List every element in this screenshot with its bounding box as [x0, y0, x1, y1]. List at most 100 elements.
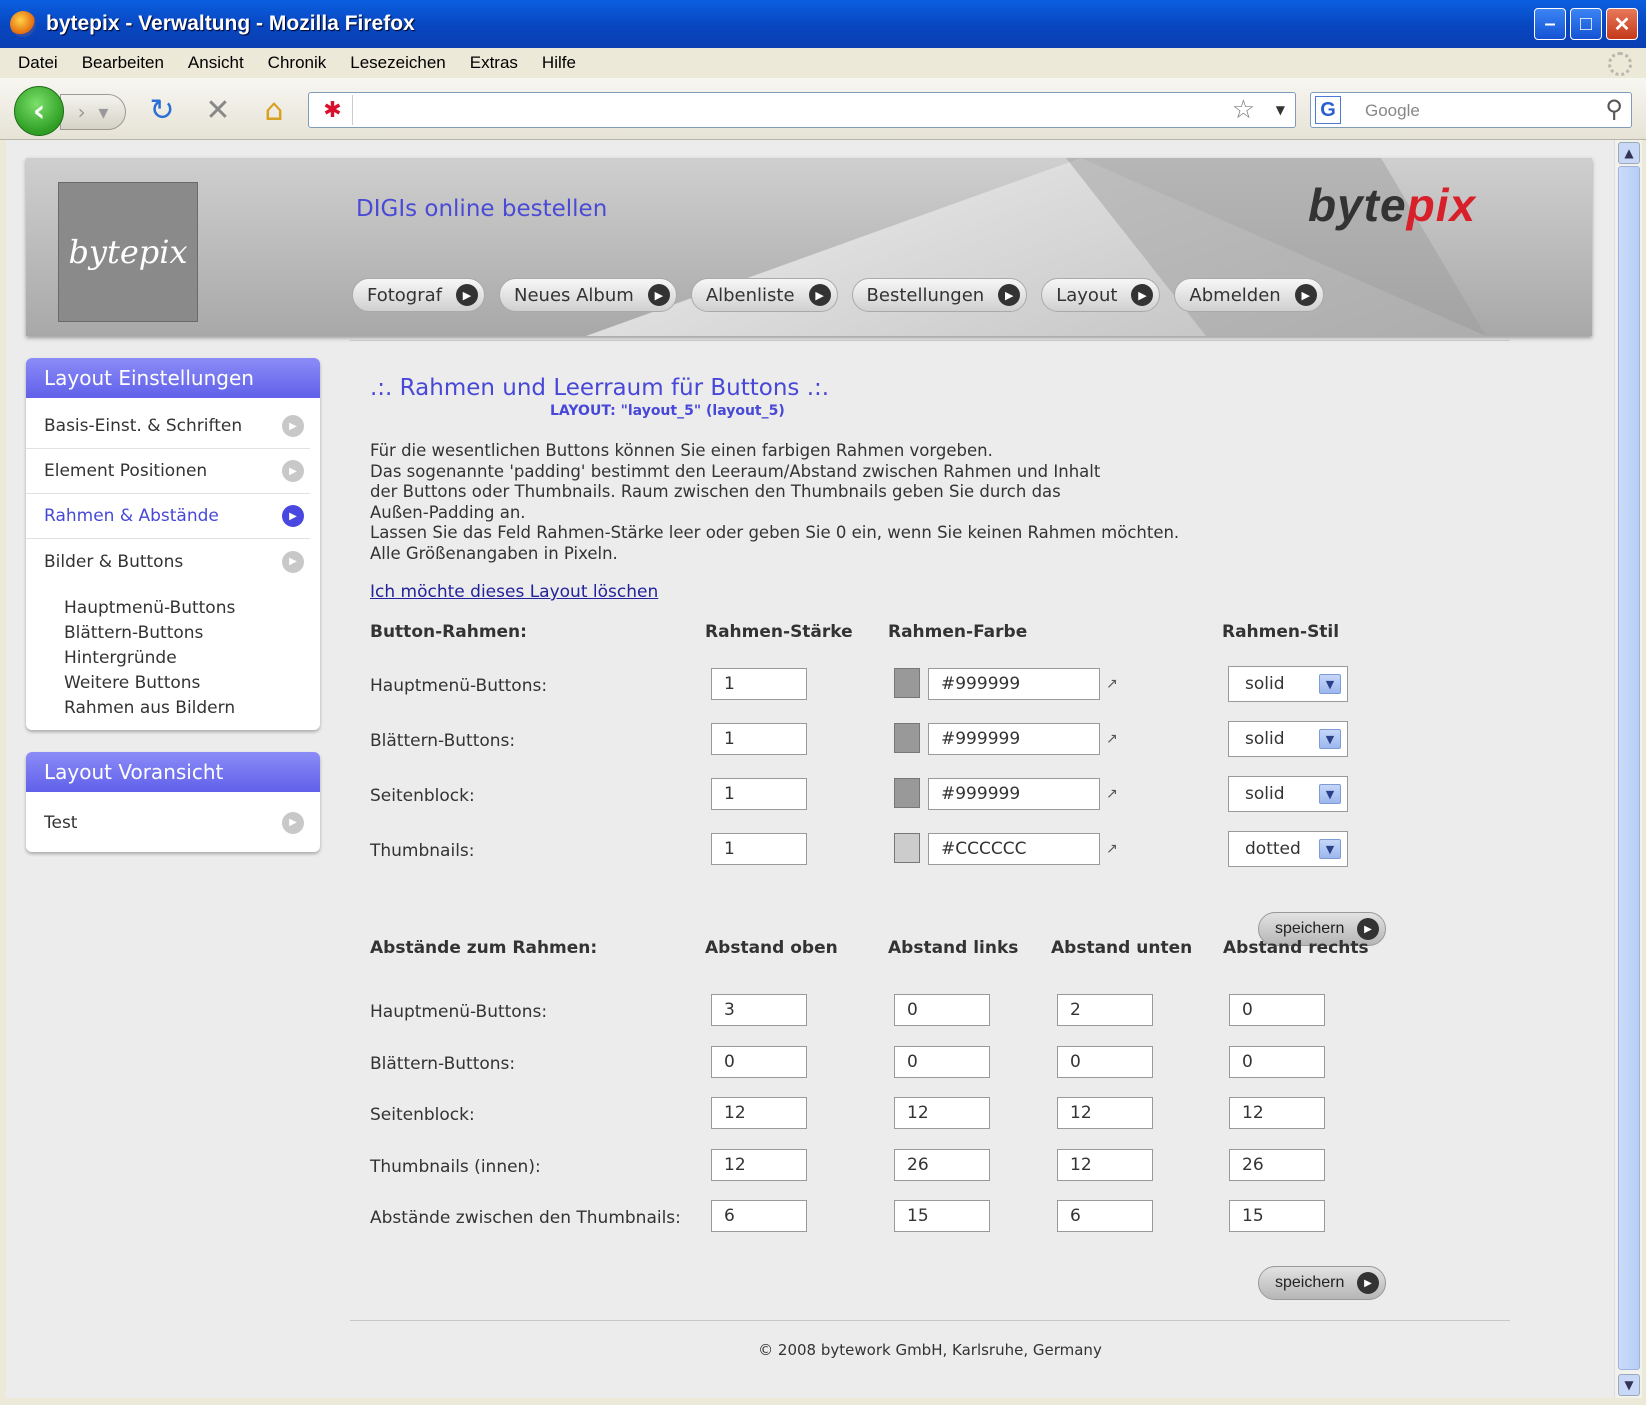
forward-button[interactable]: › ▾	[60, 94, 126, 130]
border-style-select[interactable]: dotted ▼	[1228, 831, 1348, 867]
border-row-label: Hauptmenü-Buttons:	[370, 676, 548, 696]
border-width-input[interactable]: 1	[711, 668, 807, 700]
minimize-button[interactable]: –	[1534, 8, 1566, 40]
padding-input[interactable]: 15	[1229, 1200, 1325, 1232]
border-color-input[interactable]: #999999	[928, 668, 1100, 700]
sidebar-item-bilder[interactable]: Bilder & Buttons ▶	[26, 539, 310, 584]
padding-header-label-text: Abstände zum Rahmen:	[370, 938, 598, 958]
padding-input[interactable]: 12	[711, 1097, 807, 1129]
sidebar-item-test[interactable]: Test ▶	[26, 800, 310, 845]
nav-bestellungen[interactable]: Bestellungen ▶	[851, 278, 1028, 312]
sidebar-item-positionen[interactable]: Element Positionen ▶	[26, 449, 310, 494]
reload-icon[interactable]: ↻	[144, 92, 180, 128]
color-picker-icon[interactable]: ↗	[1106, 786, 1118, 802]
menu-datei[interactable]: Datei	[18, 53, 58, 73]
save-padding-button[interactable]: speichern ▶	[1258, 1266, 1386, 1300]
border-style-select[interactable]: solid ▼	[1228, 776, 1348, 812]
color-swatch[interactable]	[894, 778, 920, 808]
menu-lesezeichen[interactable]: Lesezeichen	[350, 53, 445, 73]
sidebar-item-rahmen[interactable]: Rahmen & Abstände ▶	[26, 494, 310, 539]
nav-abmelden[interactable]: Abmelden ▶	[1174, 278, 1324, 312]
sidebar-item-basis[interactable]: Basis-Einst. & Schriften ▶	[26, 404, 310, 449]
scroll-down-icon[interactable]: ▼	[1618, 1374, 1640, 1396]
color-picker-icon[interactable]: ↗	[1106, 841, 1118, 857]
padding-input[interactable]: 15	[894, 1200, 990, 1232]
padding-input[interactable]: 12	[711, 1148, 807, 1181]
arrow-right-icon: ▶	[282, 811, 304, 834]
chevron-down-icon[interactable]: ▼	[1319, 839, 1341, 859]
subitem-hauptmenue[interactable]: Hauptmenü-Buttons	[64, 598, 320, 623]
padding-input[interactable]: 26	[1229, 1148, 1325, 1181]
menu-bar: Datei Bearbeiten Ansicht Chronik Lesezei…	[0, 48, 1646, 78]
color-swatch[interactable]	[894, 723, 920, 753]
subitem-hintergruende[interactable]: Hintergründe	[64, 648, 320, 673]
padding-input[interactable]: 0	[894, 1045, 990, 1078]
border-width-input[interactable]: 1	[711, 833, 807, 865]
menu-chronik[interactable]: Chronik	[268, 53, 327, 73]
subitem-rahmen-bilder[interactable]: Rahmen aus Bildern	[64, 698, 320, 723]
border-width-input[interactable]: 1	[711, 723, 807, 755]
chevron-down-icon[interactable]: ▼	[1319, 784, 1341, 804]
nav-layout[interactable]: Layout ▶	[1041, 278, 1161, 312]
menu-hilfe[interactable]: Hilfe	[542, 53, 576, 73]
padding-input[interactable]: 0	[1229, 1045, 1325, 1078]
color-swatch[interactable]	[894, 668, 920, 698]
divider	[350, 340, 1510, 341]
sidebar-subitems: Hauptmenü-Buttons Blättern-Buttons Hinte…	[26, 584, 320, 731]
padding-input[interactable]: 6	[1057, 1200, 1153, 1232]
search-icon[interactable]: ⚲	[1605, 95, 1623, 124]
url-bar[interactable]: ✱ ☆ ▼	[308, 92, 1296, 128]
border-style-select[interactable]: solid ▼	[1228, 721, 1348, 757]
menu-extras[interactable]: Extras	[470, 53, 518, 73]
throbber-icon	[1608, 52, 1632, 76]
padding-input[interactable]: 6	[711, 1200, 807, 1232]
border-color-input[interactable]: #999999	[928, 723, 1100, 755]
padding-input[interactable]: 2	[1057, 994, 1153, 1026]
delete-layout-link[interactable]: Ich möchte dieses Layout löschen	[370, 582, 1590, 602]
menu-ansicht[interactable]: Ansicht	[188, 53, 244, 73]
padding-input[interactable]: 12	[894, 1097, 990, 1129]
padding-input[interactable]: 0	[711, 1045, 807, 1078]
padding-input[interactable]: 12	[1057, 1148, 1153, 1181]
padding-input[interactable]: 0	[1057, 1045, 1153, 1078]
chevron-down-icon[interactable]: ▼	[1319, 674, 1341, 694]
nav-fotograf[interactable]: Fotograf ▶	[352, 278, 485, 312]
padding-input[interactable]: 0	[894, 994, 990, 1026]
border-width-input[interactable]: 1	[711, 778, 807, 810]
padding-input[interactable]: 0	[1229, 994, 1325, 1026]
search-bar[interactable]: G Google ⚲	[1310, 92, 1632, 128]
nav-albenliste[interactable]: Albenliste ▶	[690, 278, 838, 312]
color-picker-icon[interactable]: ↗	[1106, 731, 1118, 747]
padding-input[interactable]: 3	[711, 994, 807, 1026]
border-color-input[interactable]: #CCCCCC	[928, 833, 1100, 865]
subitem-blaettern[interactable]: Blättern-Buttons	[64, 623, 320, 648]
padding-row-label: Thumbnails (innen):	[370, 1156, 541, 1177]
close-button[interactable]: ✕	[1606, 8, 1638, 40]
scrollbar-thumb[interactable]	[1618, 166, 1640, 1370]
maximize-button[interactable]: □	[1570, 8, 1602, 40]
bookmark-star-icon[interactable]: ☆	[1232, 95, 1255, 125]
subitem-weitere[interactable]: Weitere Buttons	[64, 673, 320, 698]
padding-input[interactable]: 12	[1057, 1097, 1153, 1129]
padding-input[interactable]: 26	[894, 1148, 990, 1181]
firefox-icon	[10, 11, 36, 37]
scroll-up-icon[interactable]: ▲	[1618, 142, 1640, 164]
stop-icon[interactable]: ✕	[200, 92, 236, 128]
vertical-scrollbar[interactable]: ▲ ▼	[1614, 140, 1642, 1398]
url-dropdown-icon[interactable]: ▼	[1276, 103, 1285, 117]
border-color-input[interactable]: #999999	[928, 778, 1100, 810]
page-title: .:. Rahmen und Leerraum für Buttons .:.	[370, 375, 830, 401]
border-header-style: Rahmen-Stil	[1222, 622, 1340, 642]
arrow-right-icon: ▶	[808, 284, 831, 306]
color-picker-icon[interactable]: ↗	[1106, 676, 1118, 692]
menu-bearbeiten[interactable]: Bearbeiten	[82, 53, 164, 73]
padding-header-left: Abstand links	[888, 938, 1019, 958]
back-button[interactable]: ‹	[14, 86, 64, 136]
search-engine-icon[interactable]: G	[1315, 96, 1341, 124]
color-swatch[interactable]	[894, 833, 920, 863]
border-style-select[interactable]: solid ▼	[1228, 666, 1348, 702]
home-icon[interactable]: ⌂	[256, 92, 292, 128]
nav-neues-album[interactable]: Neues Album ▶	[499, 278, 677, 312]
padding-input[interactable]: 12	[1229, 1097, 1325, 1129]
chevron-down-icon[interactable]: ▼	[1319, 729, 1341, 749]
